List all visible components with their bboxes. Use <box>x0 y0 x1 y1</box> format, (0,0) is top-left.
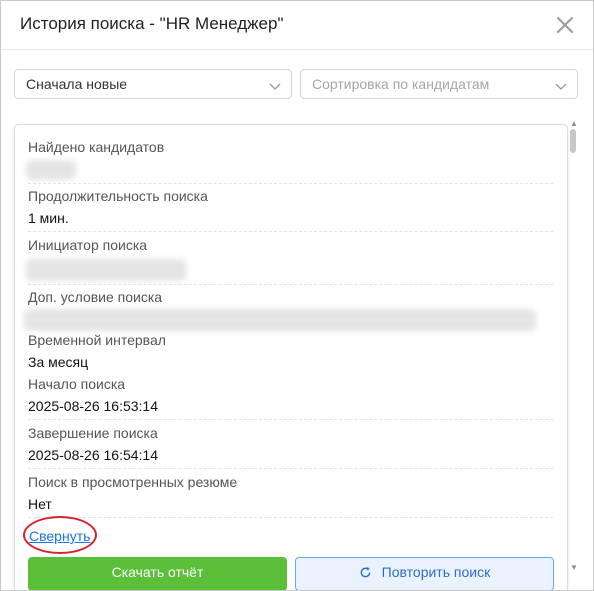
extra-condition-label: Доп. условие поиска <box>28 289 163 305</box>
download-report-label: Скачать отчёт <box>111 564 204 580</box>
scroll-thumb[interactable] <box>570 129 576 153</box>
extra-condition-field: Доп. условие поиска <box>24 289 553 333</box>
search-history-dialog: История поиска - "HR Менеджер" Сначала н… <box>0 0 594 591</box>
search-start-value: 2025-08-26 16:53:14 <box>28 398 158 414</box>
search-start-label: Начало поиска <box>28 376 126 392</box>
search-duration-label: Продолжительность поиска <box>28 188 208 204</box>
divider <box>28 231 553 232</box>
chevron-down-icon <box>269 79 281 91</box>
repeat-search-button[interactable]: Повторить поиск <box>295 557 554 590</box>
sort-order-select[interactable]: Сначала новые <box>14 69 292 99</box>
search-end-value: 2025-08-26 16:54:14 <box>28 447 158 463</box>
redacted-value <box>26 160 76 180</box>
refresh-icon <box>359 558 372 586</box>
redacted-value <box>26 259 186 281</box>
search-duration-value: 1 мин. <box>28 210 69 226</box>
viewed-resumes-label: Поиск в просмотренных резюме <box>28 474 238 490</box>
candidate-sort-placeholder: Сортировка по кандидатам <box>312 76 490 92</box>
viewed-resumes-value: Нет <box>28 496 52 512</box>
time-interval-value: За месяц <box>28 354 89 370</box>
scroll-up-arrow-icon[interactable]: ▲ <box>570 119 578 128</box>
search-end-label: Завершение поиска <box>28 425 158 441</box>
close-icon[interactable] <box>553 13 577 37</box>
time-interval-field: Временной интервал За месяц <box>28 332 553 372</box>
search-initiator-label: Инициатор поиска <box>28 237 148 253</box>
annotation-circle <box>23 516 97 554</box>
search-start-field: Начало поиска 2025-08-26 16:53:14 <box>28 376 553 416</box>
panel-scrollbar[interactable]: ▲ ▼ <box>567 119 579 579</box>
found-candidates-label: Найдено кандидатов <box>28 139 165 155</box>
time-interval-label: Временной интервал <box>28 332 166 348</box>
candidate-sort-select[interactable]: Сортировка по кандидатам <box>300 69 578 99</box>
viewed-resumes-field: Поиск в просмотренных резюме Нет <box>28 474 553 514</box>
search-duration-field: Продолжительность поиска 1 мин. <box>28 188 553 228</box>
divider <box>28 183 553 184</box>
download-report-button[interactable]: Скачать отчёт <box>28 557 287 590</box>
sort-order-value: Сначала новые <box>26 76 128 92</box>
found-candidates-field: Найдено кандидатов <box>26 139 553 180</box>
divider <box>28 419 553 420</box>
scroll-down-arrow-icon[interactable]: ▼ <box>570 563 578 572</box>
dialog-title: История поиска - "HR Менеджер" <box>20 14 284 33</box>
repeat-search-label: Повторить поиск <box>381 564 491 580</box>
search-details-panel: Найдено кандидатов Продолжительность пои… <box>14 124 568 590</box>
search-end-field: Завершение поиска 2025-08-26 16:54:14 <box>28 425 553 465</box>
redacted-value <box>24 309 536 331</box>
search-initiator-field: Инициатор поиска <box>26 237 553 281</box>
divider <box>28 468 553 469</box>
divider <box>28 517 553 518</box>
divider <box>28 284 553 285</box>
dialog-header: История поиска - "HR Менеджер" <box>1 1 593 50</box>
chevron-down-icon <box>555 79 567 91</box>
